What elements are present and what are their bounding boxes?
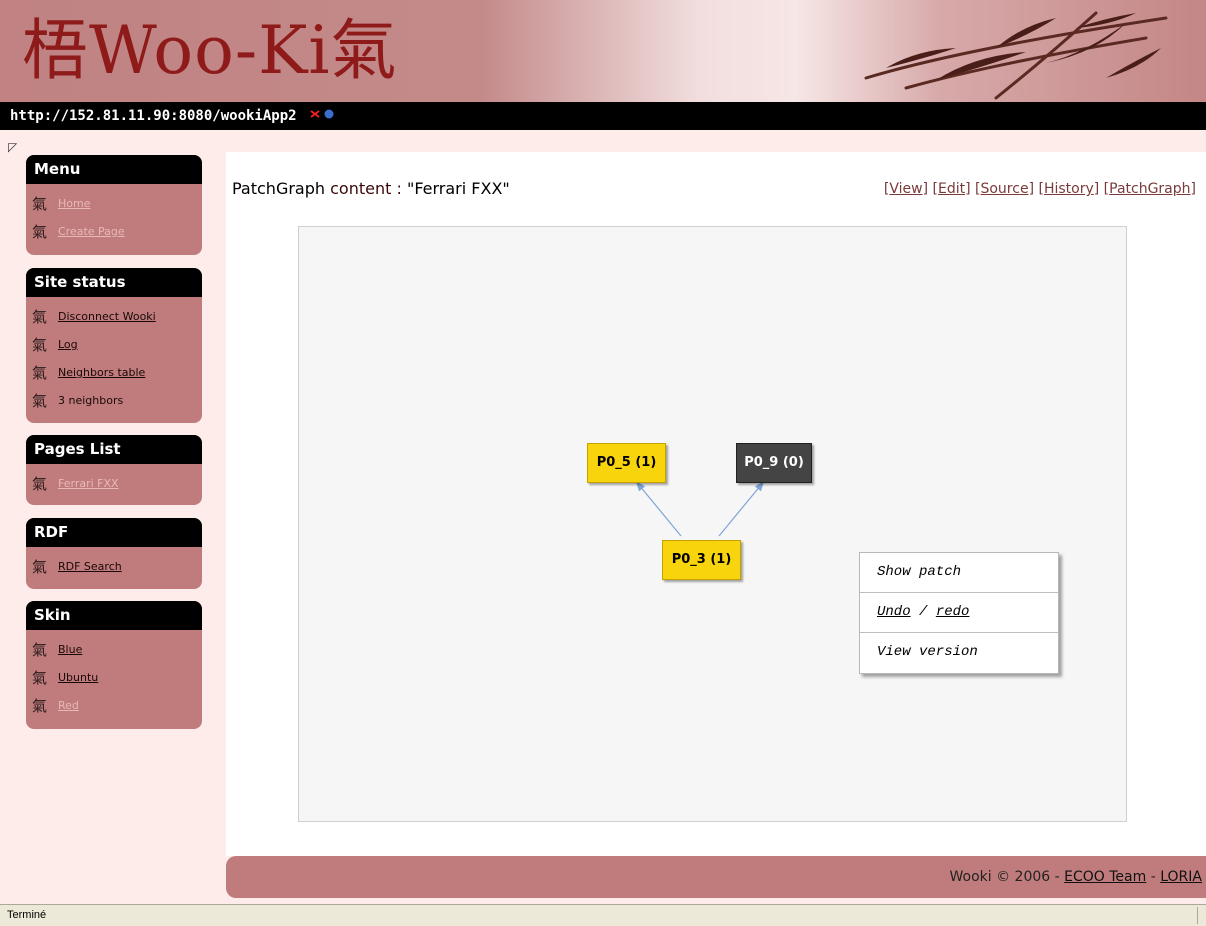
site-url[interactable]: http://152.81.11.90:8080/wookiApp2 [10,108,297,124]
ki-bullet-icon: 氣 [32,392,48,410]
menu-item-show-patch[interactable]: Show patch [860,553,1058,592]
view-link[interactable]: View [889,181,922,197]
ki-bullet-icon: 氣 [32,475,48,493]
collapse-sidebar-icon[interactable]: ◸ [8,140,17,154]
log-link[interactable]: Log [58,338,78,351]
rdf-item-search: 氣 RDF Search [32,553,202,581]
home-link[interactable]: Home [58,197,90,210]
menu-item-create-page: 氣 Create Page [32,218,202,246]
menu-box-title: Menu [26,155,202,184]
source-link[interactable]: Source [980,181,1028,197]
ecoo-team-link[interactable]: ECOO Team [1064,869,1146,885]
bamboo-decoration [864,11,1168,100]
patch-node-p0-3[interactable]: P0_3 (1) [662,540,741,580]
page-title-name: "Ferrari FXX" [406,179,510,198]
edit-link[interactable]: Edit [938,181,965,197]
history-link[interactable]: History [1044,181,1094,197]
site-status-box: Site status 氣 Disconnect Wooki 氣 Log 氣 Neig… [26,268,202,423]
ki-bullet-icon: 氣 [32,336,48,354]
footer-credits: Wooki © 2006 - ECOO Team - LORIA [950,869,1203,885]
pages-list-box: Pages List 氣 Ferrari FXX [26,435,202,505]
footer-dash: - [1150,869,1156,885]
rdf-search-link[interactable]: RDF Search [58,560,122,573]
page-actions: [View] [Edit] [Source] [History] [PatchG… [883,181,1196,197]
page-title-mid: content : [330,179,402,198]
loria-link[interactable]: LORIA [1160,869,1202,885]
skin-red-link[interactable]: Red [58,699,79,712]
neighbors-count: 3 neighbors [58,394,124,407]
main-content: PatchGraph content : "Ferrari FXX" [View… [226,152,1206,856]
rdf-box-title: RDF [26,518,202,547]
status-item-disconnect: 氣 Disconnect Wooki [32,303,202,331]
page-title: PatchGraph content : "Ferrari FXX" [232,179,510,198]
skin-box-title: Skin [26,601,202,630]
header-banner: 梧Woo-Ki氣 [0,0,1206,102]
ki-bullet-icon: 氣 [32,669,48,687]
status-item-neighbors-count: 氣 3 neighbors [32,387,202,415]
ki-bullet-icon: 氣 [32,364,48,382]
menu-item-view-version[interactable]: View version [860,632,1058,672]
pages-list-box-title: Pages List [26,435,202,464]
patch-context-menu: Show patch Undo / redo View version [859,552,1059,674]
footer: Wooki © 2006 - ECOO Team - LORIA [226,856,1206,898]
skin-item-ubuntu: 氣 Ubuntu [32,664,202,692]
create-page-link[interactable]: Create Page [58,225,125,238]
status-text: Terminé [7,909,47,921]
url-bar: http://152.81.11.90:8080/wookiApp2 [0,102,1206,130]
browser-status-bar: Terminé [0,904,1206,926]
skin-ubuntu-link[interactable]: Ubuntu [58,671,98,684]
patch-node-p0-5[interactable]: P0_5 (1) [587,443,666,483]
skin-blue-link[interactable]: Blue [58,643,82,656]
page-title-prefix: PatchGraph [232,179,326,198]
patchgraph-link[interactable]: PatchGraph [1109,181,1190,197]
skin-item-blue: 氣 Blue [32,636,202,664]
graph-edges [635,481,765,537]
rdf-box: RDF 氣 RDF Search [26,518,202,589]
site-status-box-title: Site status [26,268,202,297]
ki-bullet-icon: 氣 [32,195,48,213]
menu-box: Menu 氣 Home 氣 Create Page [26,155,202,255]
site-logo[interactable]: 梧Woo-Ki氣 [22,6,398,96]
skin-item-red: 氣 Red [32,692,202,720]
undo-redo-separator: / [919,604,928,620]
status-item-log: 氣 Log [32,331,202,359]
ki-bullet-icon: 氣 [32,697,48,715]
pages-list-item: 氣 Ferrari FXX [32,470,202,498]
resize-grip-icon[interactable] [1197,907,1198,924]
footer-copyright: Wooki © 2006 - [949,869,1060,885]
network-status-icon [309,102,337,130]
redo-action[interactable]: redo [936,604,970,620]
menu-item-home: 氣 Home [32,190,202,218]
edge-p0-3-to-p0-5 [635,481,682,537]
status-item-neighbors-table: 氣 Neighbors table [32,359,202,387]
skin-box: Skin 氣 Blue 氣 Ubuntu 氣 Red [26,601,202,729]
ki-bullet-icon: 氣 [32,558,48,576]
ki-bullet-icon: 氣 [32,641,48,659]
ki-bullet-icon: 氣 [32,308,48,326]
neighbors-table-link[interactable]: Neighbors table [58,366,145,379]
disconnect-wooki-link[interactable]: Disconnect Wooki [58,310,156,323]
patch-graph-panel[interactable]: P0_5 (1) P0_9 (0) P0_3 (1) Show patch Un… [298,226,1127,822]
ki-bullet-icon: 氣 [32,223,48,241]
edge-p0-3-to-p0-9 [718,481,765,537]
page-link-ferrari-fxx[interactable]: Ferrari FXX [58,477,119,490]
menu-item-undo-redo: Undo / redo [860,592,1058,632]
undo-action[interactable]: Undo [877,604,911,620]
patch-node-p0-9[interactable]: P0_9 (0) [736,443,812,483]
